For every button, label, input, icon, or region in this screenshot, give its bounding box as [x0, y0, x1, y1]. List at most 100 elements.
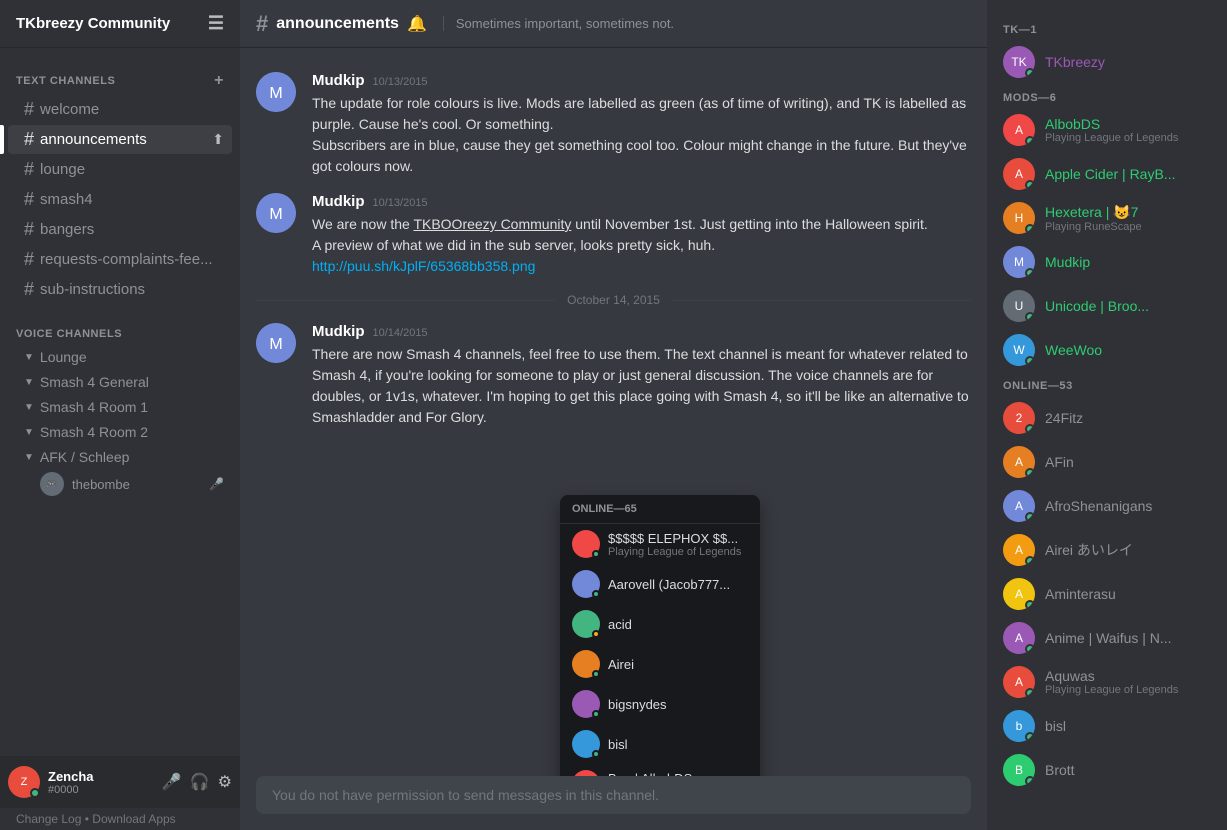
voice-channel-smash4room1[interactable]: ▼ Smash 4 Room 1	[8, 395, 232, 419]
hash-icon: #	[24, 99, 34, 120]
avatar	[572, 530, 600, 558]
image-link[interactable]: http://puu.sh/kJplF/65368bb358.png	[312, 258, 535, 274]
change-log-link[interactable]: Change Log	[16, 812, 81, 826]
member-name: Apple Cider | RayB...	[1045, 166, 1175, 182]
message-content: Mudkip 10/13/2015 We are now the TKBOOre…	[312, 193, 971, 277]
date-label: October 14, 2015	[567, 293, 660, 307]
avatar: M	[256, 72, 296, 112]
popup-user-item[interactable]: Aarovell (Jacob777...	[560, 564, 760, 604]
avatar: b	[1003, 710, 1035, 742]
popup-user-item[interactable]: Airei	[560, 644, 760, 684]
avatar	[572, 570, 600, 598]
member-item[interactable]: W WeeWoo	[995, 328, 1219, 372]
collapse-arrow-icon: ▼	[24, 377, 34, 388]
message-text-2: A preview of what we did in the sub serv…	[312, 235, 971, 256]
message-author: Mudkip	[312, 72, 365, 89]
avatar: 2	[1003, 402, 1035, 434]
message-text: There are now Smash 4 channels, feel fre…	[312, 344, 971, 428]
message-content: Mudkip 10/14/2015 There are now Smash 4 …	[312, 323, 971, 428]
popup-user-item[interactable]: $$$$$ ELEPHOX $$... Playing League of Le…	[560, 524, 760, 564]
member-name: $$$$$ ELEPHOX $$...	[608, 531, 741, 546]
voice-channel-smash4room2[interactable]: ▼ Smash 4 Room 2	[8, 420, 232, 444]
status-dot	[1025, 644, 1035, 654]
voice-channel-smash4general[interactable]: ▼ Smash 4 General	[8, 370, 232, 394]
bell-icon[interactable]: 🔔	[407, 14, 427, 34]
avatar: U	[1003, 290, 1035, 322]
message-author: Mudkip	[312, 323, 365, 340]
status-dot	[592, 710, 600, 718]
hamburger-icon[interactable]: ☰	[208, 13, 224, 34]
download-apps-link[interactable]: Download Apps	[92, 812, 175, 826]
popup-user-item[interactable]: acid	[560, 604, 760, 644]
channel-item-announcements[interactable]: # announcements ⬆	[8, 125, 232, 154]
channel-item-welcome[interactable]: # welcome	[8, 95, 232, 124]
member-name: acid	[608, 617, 632, 632]
voice-user-thebombe[interactable]: 🎮 thebombe 🎤	[8, 470, 232, 498]
member-item[interactable]: A Airei あいレイ	[995, 528, 1219, 572]
member-item[interactable]: A Aquwas Playing League of Legends	[995, 660, 1219, 704]
member-item[interactable]: A Anime | Waifus | N...	[995, 616, 1219, 660]
avatar: A	[1003, 446, 1035, 478]
channel-item-requests[interactable]: # requests-complaints-fee...	[8, 245, 232, 274]
headphones-icon[interactable]: 🎧	[190, 772, 210, 792]
member-item[interactable]: A AfroShenanigans	[995, 484, 1219, 528]
popup-user-item[interactable]: bigsnydes	[560, 684, 760, 724]
member-subtext: Playing League of Legends	[1045, 684, 1178, 696]
channel-item-sub-instructions[interactable]: # sub-instructions	[8, 275, 232, 304]
upload-icon[interactable]: ⬆	[212, 131, 224, 148]
add-channel-icon[interactable]: +	[214, 72, 224, 90]
avatar: M	[256, 323, 296, 363]
member-item[interactable]: A Aminterasu	[995, 572, 1219, 616]
member-item[interactable]: U Unicode | Вrоо...	[995, 284, 1219, 328]
member-item[interactable]: A Apple Cider | RayB...	[995, 152, 1219, 196]
user-bar-actions: 🎤 🎧 ⚙	[162, 772, 232, 792]
channel-name-header: announcements	[276, 15, 399, 33]
avatar: B	[1003, 754, 1035, 786]
channel-item-smash4[interactable]: # smash4	[8, 185, 232, 214]
online-users-popup: ONLINE—65 $$$$$ ELEPHOX $$... Playing Le…	[560, 495, 760, 776]
member-name: WeeWoo	[1045, 342, 1102, 358]
avatar	[572, 650, 600, 678]
member-item[interactable]: TK TKbreezy	[995, 40, 1219, 84]
member-item[interactable]: B Brott	[995, 748, 1219, 792]
status-dot	[592, 590, 600, 598]
message-text: Subscribers are in blue, cause they get …	[312, 135, 971, 177]
member-item[interactable]: b bisl	[995, 704, 1219, 748]
member-item[interactable]: M Mudkip	[995, 240, 1219, 284]
popup-user-item[interactable]: bisl	[560, 724, 760, 764]
settings-icon[interactable]: ⚙	[218, 772, 232, 792]
chat-input[interactable]: You do not have permission to send messa…	[256, 776, 971, 814]
member-name: Hexetera | 😺7	[1045, 204, 1142, 221]
status-dot	[1025, 268, 1035, 278]
members-section-tk: TK—1	[995, 16, 1219, 40]
chat-input-area: You do not have permission to send messa…	[240, 776, 987, 830]
member-item[interactable]: H Hexetera | 😺7 Playing RuneScape	[995, 196, 1219, 240]
divider-line	[672, 300, 971, 301]
voice-channel-afk[interactable]: ▼ AFK / Schleep	[8, 445, 232, 469]
member-item[interactable]: A AlbobDS Playing League of Legends	[995, 108, 1219, 152]
popup-header: ONLINE—65	[560, 495, 760, 524]
avatar	[572, 610, 600, 638]
online-status-dot	[30, 788, 40, 798]
member-name: Mudkip	[1045, 254, 1090, 270]
status-dot	[1025, 512, 1035, 522]
channel-item-lounge[interactable]: # lounge	[8, 155, 232, 184]
member-name: TKbreezy	[1045, 54, 1105, 70]
popup-user-item[interactable]: Boo | AlbobDS Playing League of Legends	[560, 764, 760, 776]
member-name: Aarovell (Jacob777...	[608, 577, 730, 592]
message-timestamp: 10/13/2015	[373, 76, 428, 88]
server-header[interactable]: TKbreezy Community ☰	[0, 0, 240, 48]
member-item[interactable]: A AFin	[995, 440, 1219, 484]
voice-channel-lounge[interactable]: ▼ Lounge	[8, 345, 232, 369]
status-dot	[1025, 68, 1035, 78]
hash-icon: #	[24, 129, 34, 150]
status-dot	[1025, 556, 1035, 566]
member-item[interactable]: 2 24Fitz	[995, 396, 1219, 440]
member-name: Brott	[1045, 762, 1075, 778]
member-name: 24Fitz	[1045, 410, 1083, 426]
microphone-icon[interactable]: 🎤	[162, 772, 182, 792]
channels-list: TEXT CHANNELS + # welcome # announcement…	[0, 48, 240, 756]
status-dot	[1025, 732, 1035, 742]
member-name: bisl	[1045, 718, 1066, 734]
channel-item-bangers[interactable]: # bangers	[8, 215, 232, 244]
